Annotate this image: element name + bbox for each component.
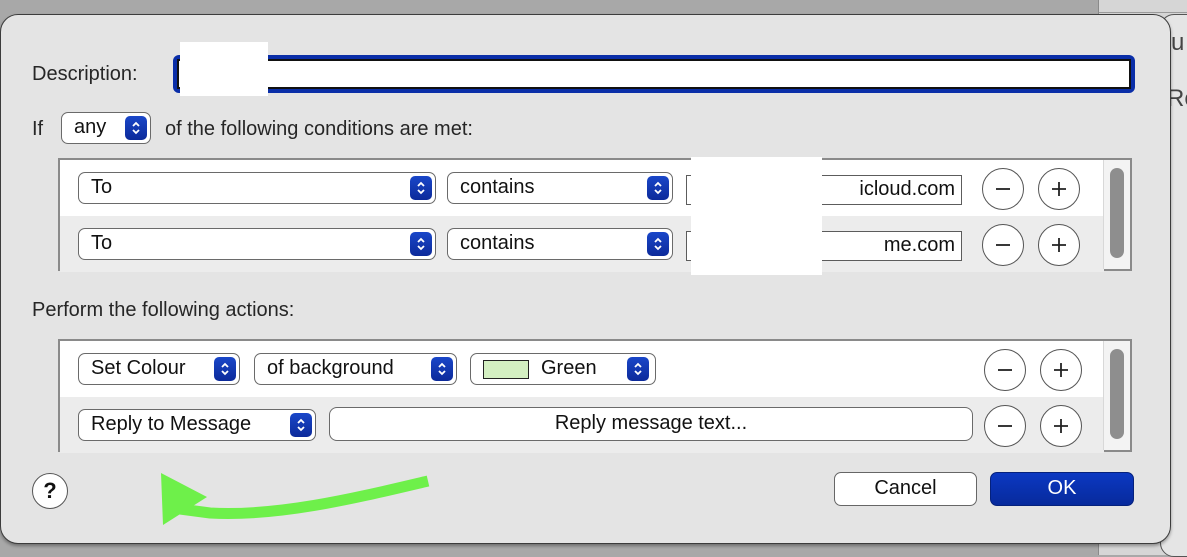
ok-button[interactable]: OK: [990, 472, 1134, 506]
chevron-up-down-icon: [627, 357, 649, 381]
minus-icon: [996, 188, 1010, 190]
chevron-up-down-icon: [410, 176, 432, 200]
condition-field-value: To: [91, 232, 113, 254]
colour-target-value: of background: [267, 357, 394, 379]
redaction-box: [691, 157, 822, 275]
actions-scrollbar[interactable]: [1103, 341, 1130, 450]
plus-icon: [1054, 419, 1068, 433]
description-field-focus-ring: [173, 55, 1135, 93]
conditions-scrollbar[interactable]: [1103, 160, 1130, 269]
action-row: Set Colour of background Green: [60, 341, 1104, 397]
action-type-popup[interactable]: Reply to Message: [78, 409, 316, 441]
colour-popup[interactable]: Green: [470, 353, 656, 385]
remove-condition-button[interactable]: [982, 168, 1024, 210]
condition-field-popup[interactable]: To: [78, 172, 436, 204]
remove-action-button[interactable]: [984, 349, 1026, 391]
chevron-up-down-icon: [647, 232, 669, 256]
chevron-up-down-icon: [290, 413, 312, 437]
actions-label: Perform the following actions:: [32, 299, 295, 321]
minus-icon: [996, 244, 1010, 246]
remove-condition-button[interactable]: [982, 224, 1024, 266]
plus-icon: [1052, 238, 1066, 252]
minus-icon: [998, 425, 1012, 427]
conditions-list: To contains icloud.com To contains me.co…: [58, 158, 1132, 272]
match-mode-value: any: [74, 116, 107, 138]
condition-field-value: To: [91, 176, 113, 198]
actions-list: Set Colour of background Green Reply to …: [58, 339, 1132, 453]
description-label: Description:: [32, 63, 138, 85]
add-condition-button[interactable]: [1038, 168, 1080, 210]
plus-icon: [1052, 182, 1066, 196]
if-label: If: [32, 118, 44, 140]
condition-operator-value: contains: [460, 232, 535, 254]
chevron-up-down-icon: [410, 232, 432, 256]
action-type-value: Reply to Message: [91, 413, 252, 435]
remove-action-button[interactable]: [984, 405, 1026, 447]
add-action-button[interactable]: [1040, 349, 1082, 391]
action-type-popup[interactable]: Set Colour: [78, 353, 240, 385]
condition-operator-value: contains: [460, 176, 535, 198]
minus-icon: [998, 369, 1012, 371]
reply-message-text-button[interactable]: Reply message text...: [329, 407, 973, 441]
colour-value: Green: [541, 357, 597, 379]
background-divider: [1099, 12, 1187, 13]
match-mode-popup[interactable]: any: [61, 112, 151, 144]
colour-swatch: [483, 360, 529, 379]
redaction-box: [180, 42, 268, 96]
background-text: u: [1171, 29, 1185, 56]
action-type-value: Set Colour: [91, 357, 186, 379]
action-row: Reply to Message Reply message text...: [60, 397, 1104, 453]
condition-row: To contains icloud.com: [60, 160, 1104, 216]
chevron-up-down-icon: [431, 357, 453, 381]
annotation-arrow-icon: [161, 473, 430, 525]
scrollbar-thumb[interactable]: [1110, 349, 1124, 439]
condition-field-popup[interactable]: To: [78, 228, 436, 260]
scrollbar-thumb[interactable]: [1110, 168, 1124, 258]
help-button[interactable]: ?: [32, 473, 68, 509]
condition-row: To contains me.com: [60, 216, 1104, 272]
cancel-button[interactable]: Cancel: [834, 472, 977, 506]
chevron-up-down-icon: [125, 116, 147, 140]
condition-operator-popup[interactable]: contains: [447, 228, 673, 260]
condition-operator-popup[interactable]: contains: [447, 172, 673, 204]
description-input[interactable]: [177, 59, 1131, 89]
add-action-button[interactable]: [1040, 405, 1082, 447]
conditions-suffix-label: of the following conditions are met:: [165, 118, 473, 140]
chevron-up-down-icon: [214, 357, 236, 381]
plus-icon: [1054, 363, 1068, 377]
colour-target-popup[interactable]: of background: [254, 353, 457, 385]
chevron-up-down-icon: [647, 176, 669, 200]
add-condition-button[interactable]: [1038, 224, 1080, 266]
